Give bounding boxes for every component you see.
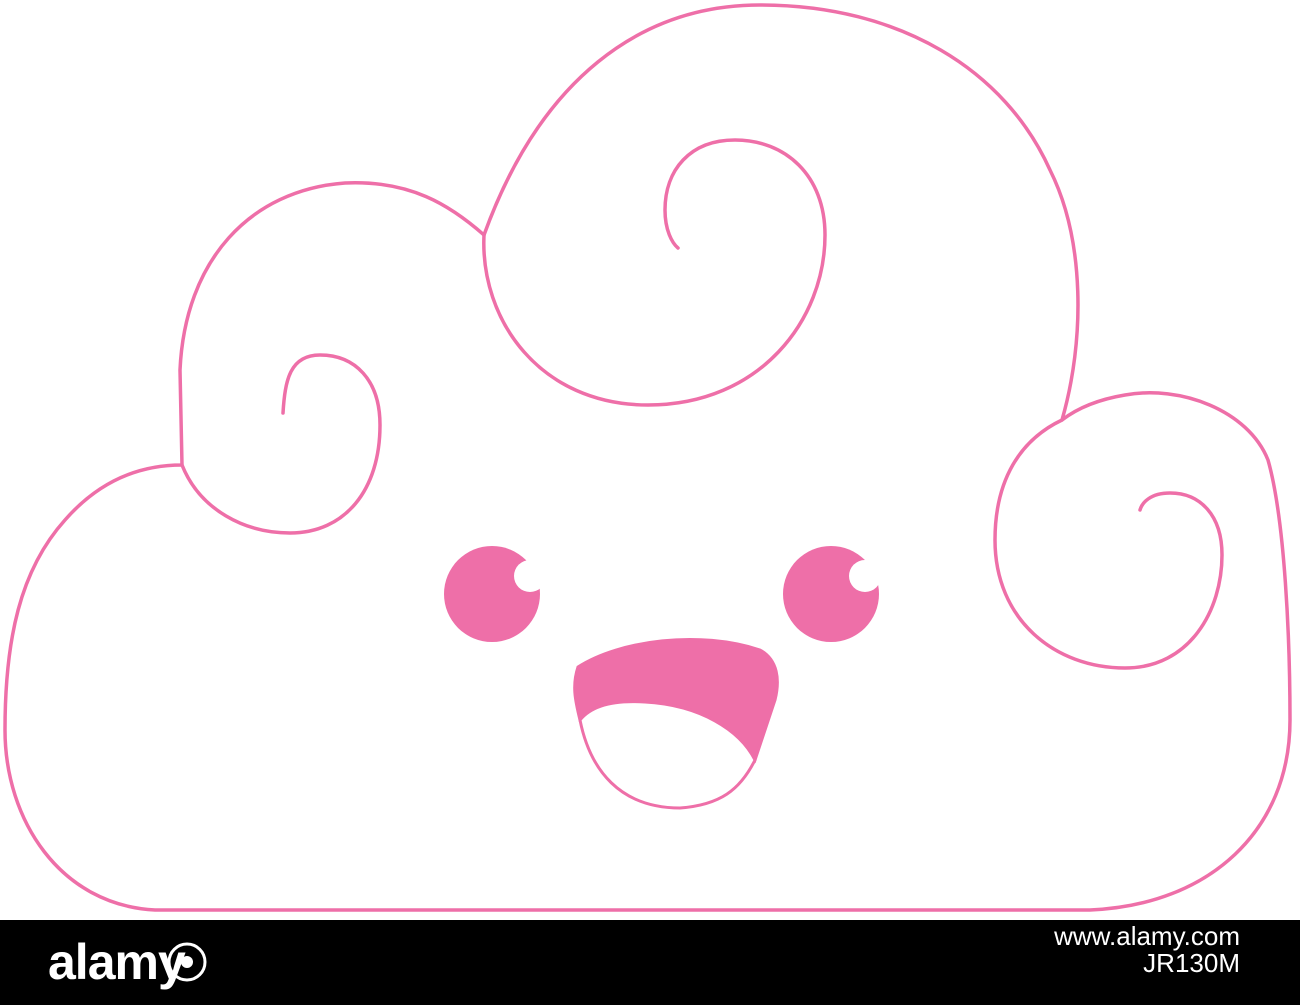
cloud-right-arc: [993, 418, 1224, 670]
right-eye-highlight: [849, 560, 881, 592]
left-eye-highlight: [514, 560, 546, 592]
cloud-top-arc: [482, 138, 827, 407]
cloud-face: [444, 546, 881, 810]
cloud-svg: [3, 3, 1292, 912]
page: alamy JR130M www.alamy.com: [0, 0, 1300, 1005]
cloud-left-arc: [180, 353, 382, 535]
cloud-illustration: [0, 0, 1300, 920]
site-url: www.alamy.com: [1054, 921, 1240, 951]
left-eye: [444, 546, 540, 642]
alamy-logo-mark-icon: [167, 942, 207, 982]
watermark-footer: alamy JR130M www.alamy.com: [0, 920, 1300, 1005]
